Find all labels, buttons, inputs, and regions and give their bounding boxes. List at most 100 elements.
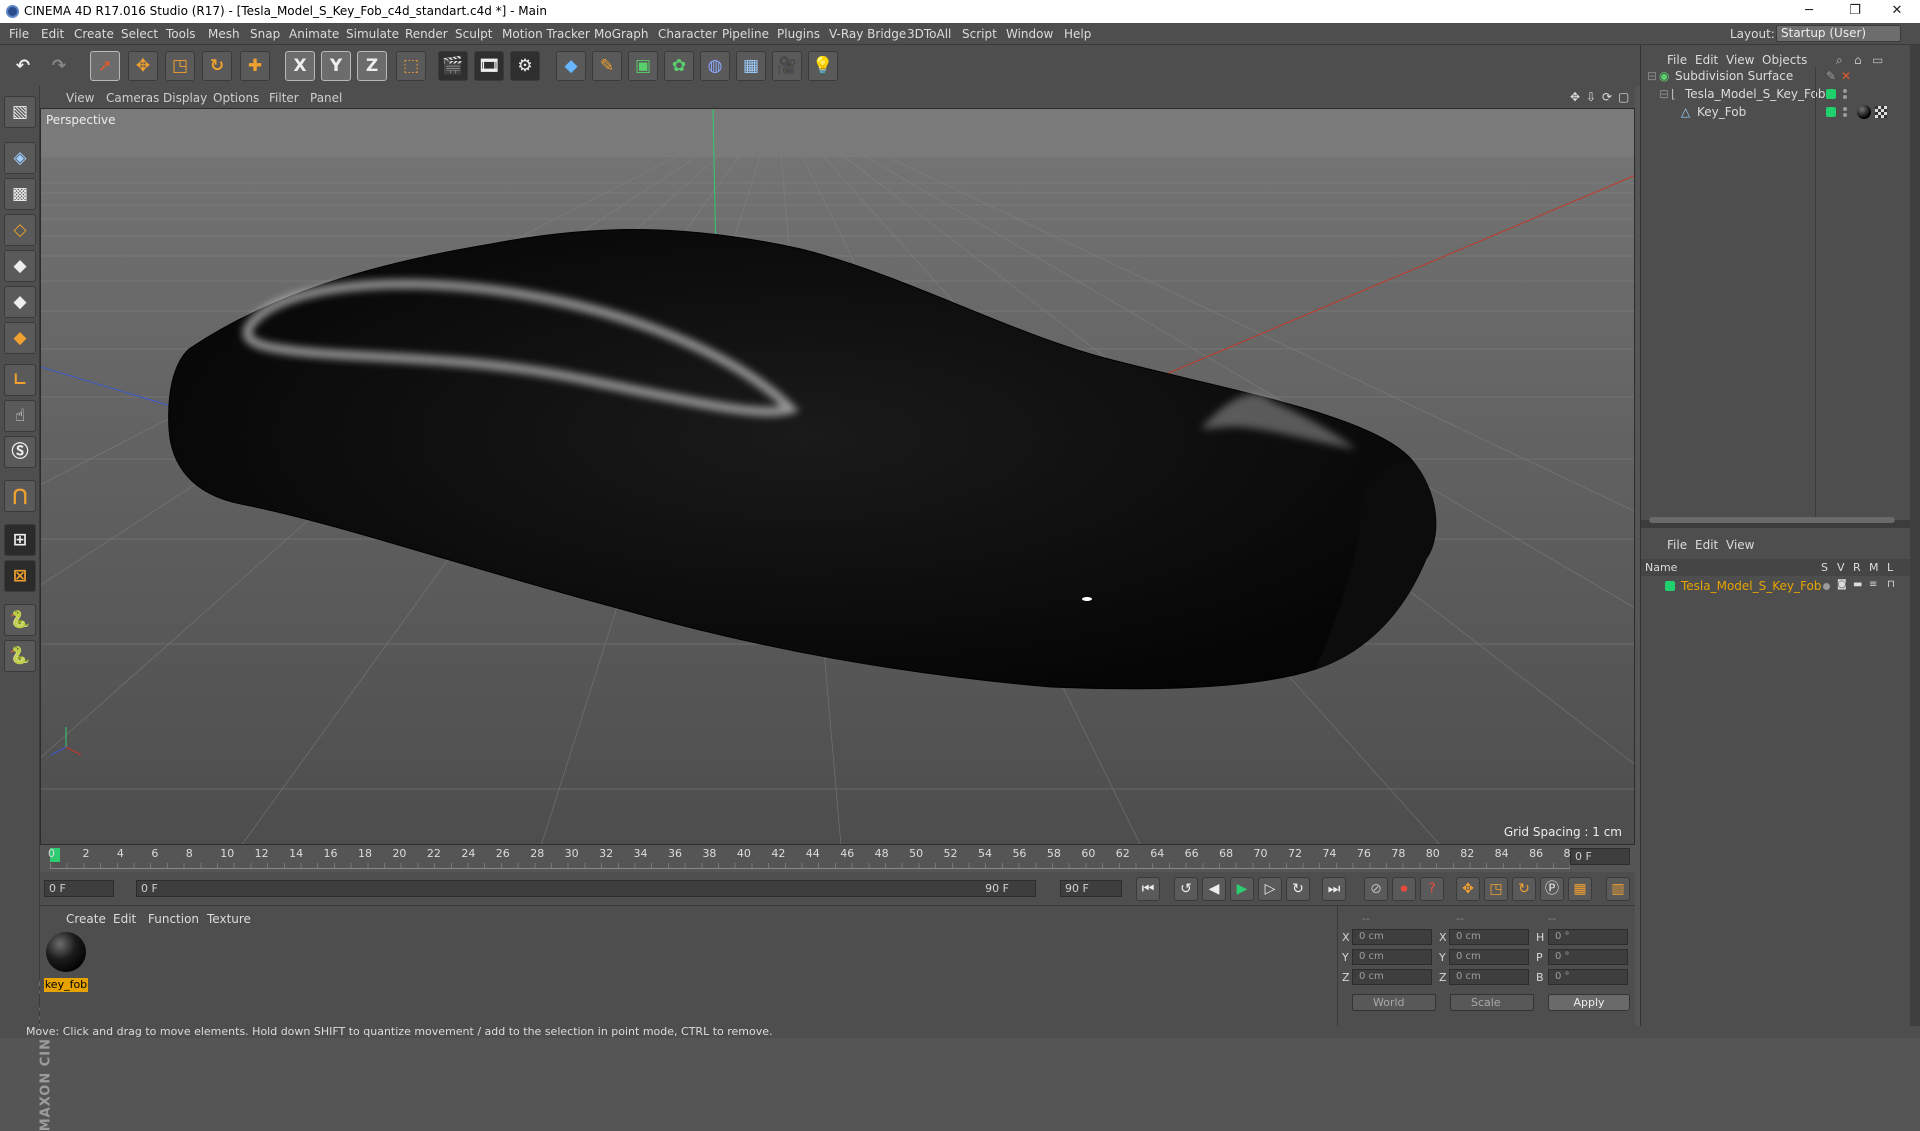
layer-solo-toggle[interactable] (1823, 583, 1830, 590)
play-icon[interactable]: ▶ (1230, 877, 1254, 901)
layer-manager-toggle-icon[interactable]: ≡ (1869, 579, 1877, 590)
layer-color-swatch[interactable] (1665, 581, 1675, 591)
key-rotation-icon[interactable]: ↻ (1512, 877, 1536, 901)
camera-icon[interactable]: 🎥 (772, 51, 802, 81)
layer-row[interactable]: Tesla_Model_S_Key_Fob ◙ ▬ ≡ ⊓ (1641, 577, 1911, 596)
phong-tag-icon[interactable] (1875, 106, 1887, 118)
object-menu-view[interactable]: View (1726, 53, 1754, 67)
y-axis-lock-button[interactable]: Y (321, 51, 351, 81)
layer-menu-file[interactable]: File (1667, 538, 1687, 552)
coordinate-space-select[interactable]: World (1352, 994, 1436, 1011)
layer-menu-view[interactable]: View (1726, 538, 1754, 552)
close-window-button[interactable]: ✕ (1874, 0, 1920, 23)
scale-tool-icon[interactable]: ◳ (165, 51, 195, 81)
rotate-tool-icon[interactable]: ↻ (202, 51, 232, 81)
material-menu-texture[interactable]: Texture (207, 912, 251, 926)
make-editable-icon[interactable]: ▧ (4, 96, 36, 128)
menu-animate[interactable]: Animate (289, 27, 339, 41)
layer-color-swatch[interactable] (1826, 89, 1836, 99)
menu-mograph[interactable]: MoGraph (594, 27, 649, 41)
menu-vray-bridge[interactable]: V-Ray Bridge (829, 27, 906, 41)
keyframe-selection-icon[interactable]: ? (1420, 877, 1444, 901)
cloner-icon[interactable]: ✿ (664, 51, 694, 81)
viewport-maximize-icon[interactable]: ▢ (1618, 90, 1629, 104)
coordinate-system-icon[interactable]: ⬚ (396, 51, 426, 81)
render-picture-viewer-icon[interactable]: 🎞 (474, 51, 504, 81)
coordinate-mode-select[interactable]: Scale (1450, 994, 1534, 1011)
viewport-menu-view[interactable]: View (66, 91, 94, 105)
select-tool-icon[interactable]: ➚ (90, 51, 120, 81)
menu-sculpt[interactable]: Sculpt (455, 27, 492, 41)
tree-expand-icon[interactable]: ⊟ (1647, 69, 1657, 83)
autokey-icon[interactable]: ⏺ (1392, 877, 1416, 901)
pos-z-field[interactable]: 0 cm (1352, 969, 1432, 985)
light-icon[interactable]: 💡 (808, 51, 838, 81)
object-home-icon[interactable]: ⌂ (1854, 53, 1862, 67)
menu-edit[interactable]: Edit (41, 27, 64, 41)
points-mode-icon[interactable]: ◆ (4, 250, 36, 282)
viewport-menu-options[interactable]: Options (213, 91, 259, 105)
layer-render-toggle-icon[interactable]: ▬ (1853, 579, 1862, 590)
size-y-field[interactable]: 0 cm (1449, 949, 1529, 965)
viewport-rotate-icon[interactable]: ⟳ (1602, 90, 1612, 104)
viewport-menu-panel[interactable]: Panel (310, 91, 342, 105)
object-row-key-fob[interactable]: △ Key_Fob (1641, 103, 1911, 122)
visibility-dot[interactable] (1843, 107, 1847, 111)
tree-expand-icon[interactable]: ⊟ (1659, 87, 1669, 101)
object-row-tesla-model[interactable]: ⊟ ⌊ Tesla_Model_S_Key_Fob (1641, 85, 1911, 104)
object-menu-edit[interactable]: Edit (1695, 53, 1718, 67)
python-script-icon[interactable]: 🐍 (4, 604, 36, 636)
size-z-field[interactable]: 0 cm (1449, 969, 1529, 985)
key-parameter-icon[interactable]: Ⓟ (1540, 877, 1564, 901)
model-mode-icon[interactable]: ◈ (4, 142, 36, 174)
layer-color-swatch[interactable] (1826, 107, 1836, 117)
viewport-menu-cameras[interactable]: Cameras (106, 91, 159, 105)
viewport-zoom-icon[interactable]: ⇩ (1586, 90, 1596, 104)
previous-frame-icon[interactable]: ◀ (1202, 877, 1226, 901)
menu-motion-tracker[interactable]: Motion Tracker (502, 27, 590, 41)
material-menu-edit[interactable]: Edit (113, 912, 136, 926)
undo-icon[interactable]: ↶ (8, 51, 38, 81)
floor-scene-icon[interactable]: ▦ (736, 51, 766, 81)
next-frame-icon[interactable]: ▷ (1258, 877, 1282, 901)
menu-plugins[interactable]: Plugins (777, 27, 820, 41)
redo-icon[interactable]: ↷ (44, 51, 74, 81)
tweak-mode-icon[interactable]: ☝ (4, 400, 36, 432)
move-tool-icon[interactable]: ✥ (128, 51, 158, 81)
go-to-start-icon[interactable]: ⏮ (1136, 877, 1160, 901)
object-edit-flag-icon[interactable]: ✎ (1826, 69, 1836, 83)
go-to-end-icon[interactable]: ⏭ (1322, 877, 1346, 901)
perspective-viewport[interactable]: Perspective Grid Spacing : 1 cm (40, 108, 1635, 845)
object-search-icon[interactable]: ⌕ (1836, 53, 1843, 68)
object-new-icon[interactable]: ▭ (1872, 53, 1883, 67)
menu-create[interactable]: Create (74, 27, 114, 41)
key-position-icon[interactable]: ✥ (1456, 877, 1480, 901)
menu-script[interactable]: Script (962, 27, 997, 41)
restore-button[interactable]: ❐ (1832, 0, 1878, 23)
minimize-button[interactable]: ─ (1786, 0, 1832, 23)
menu-mesh[interactable]: Mesh (208, 27, 240, 41)
loop-forward-icon[interactable]: ↻ (1286, 877, 1310, 901)
rot-h-field[interactable]: 0 ° (1548, 929, 1628, 945)
locked-workplane-icon[interactable]: ⊠ (4, 560, 36, 592)
deformer-icon[interactable]: ◍ (700, 51, 730, 81)
current-frame-field[interactable]: 0 F (1570, 848, 1630, 865)
render-view-icon[interactable]: 🎬 (438, 51, 468, 81)
menu-pipeline[interactable]: Pipeline (722, 27, 769, 41)
workplane-icon[interactable]: ⊞ (4, 524, 36, 556)
rot-b-field[interactable]: 0 ° (1548, 969, 1628, 985)
pos-x-field[interactable]: 0 cm (1352, 929, 1432, 945)
viewport-menu-display[interactable]: Display (163, 91, 207, 105)
object-menu-objects[interactable]: Objects (1762, 53, 1807, 67)
menu-render[interactable]: Render (405, 27, 448, 41)
loop-back-icon[interactable]: ↺ (1174, 877, 1198, 901)
axis-mode-icon[interactable]: ∟ (4, 364, 36, 396)
layer-menu-edit[interactable]: Edit (1695, 538, 1718, 552)
material-menu-function[interactable]: Function (148, 912, 199, 926)
magnet-icon[interactable]: ⋂ (4, 480, 36, 512)
apply-button[interactable]: Apply (1548, 994, 1630, 1011)
timeline-ruler[interactable]: 0 2 4 6 8 10 12 14 16 18 20 22 24 26 28 30 32 34 36 38 40 42 4… (40, 845, 1635, 872)
object-row-subdivision-surface[interactable]: ⊟ ◉ Subdivision Surface ✎ ✕ (1641, 67, 1911, 86)
rot-p-field[interactable]: 0 ° (1548, 949, 1628, 965)
subdivision-surface-icon[interactable]: ▣ (628, 51, 658, 81)
